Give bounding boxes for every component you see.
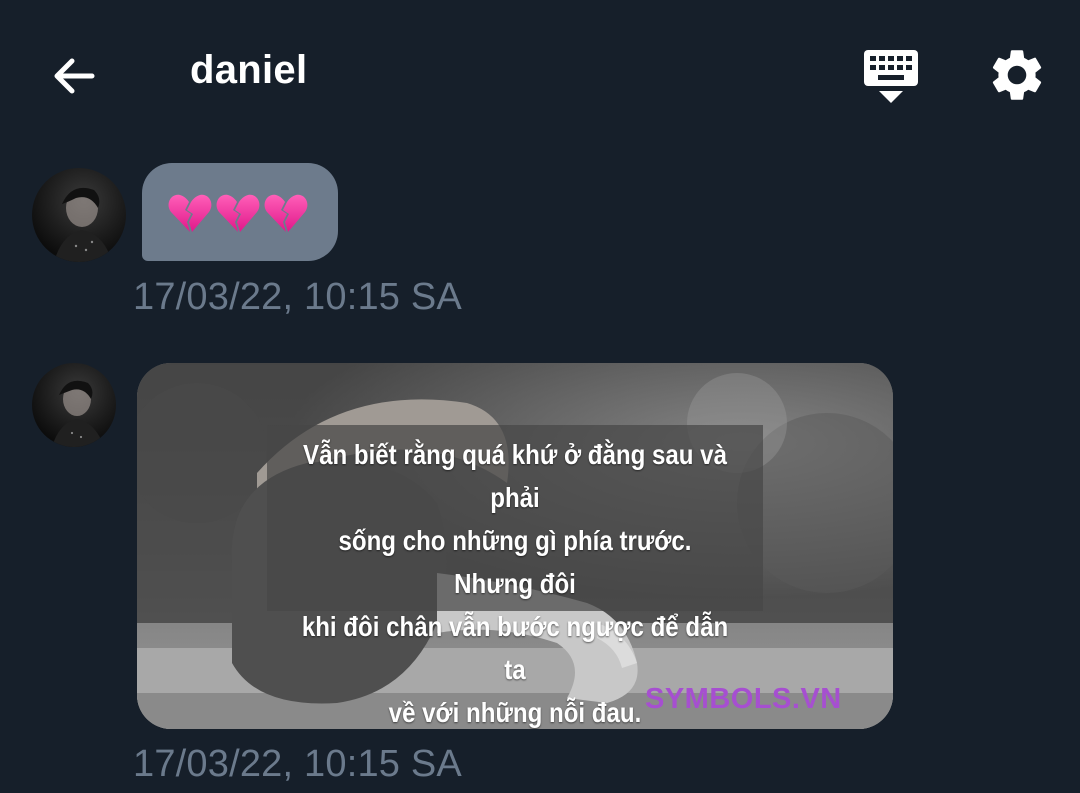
chat-screen: daniel 17/03/22, 10:15 SA Vẫn biết rằng … bbox=[0, 0, 1080, 793]
settings-button[interactable] bbox=[986, 44, 1048, 106]
sender-avatar[interactable] bbox=[32, 363, 116, 447]
image-watermark: SYMBOLS.VN bbox=[645, 683, 842, 715]
keyboard-toggle-button[interactable] bbox=[858, 44, 924, 108]
message-timestamp: 17/03/22, 10:15 SA bbox=[133, 743, 462, 785]
avatar-photo bbox=[54, 187, 112, 262]
back-button[interactable] bbox=[44, 46, 104, 106]
avatar-photo bbox=[52, 380, 104, 447]
gear-icon bbox=[992, 50, 1042, 100]
chat-header: daniel bbox=[0, 0, 1080, 150]
message-timestamp: 17/03/22, 10:15 SA bbox=[133, 276, 462, 318]
sender-avatar[interactable] bbox=[32, 168, 126, 262]
quote-line: sống cho những gì phía trước. Nhưng đôi bbox=[338, 525, 692, 599]
quote-line: khi đôi chân vẫn bước ngược để dẫn ta bbox=[301, 611, 729, 685]
arrow-left-icon bbox=[54, 58, 95, 94]
message-bubble-emoji[interactable] bbox=[142, 163, 338, 261]
broken-heart-icon bbox=[168, 194, 308, 232]
keyboard-hide-icon bbox=[864, 50, 918, 103]
chat-title: daniel bbox=[190, 48, 308, 92]
message-image[interactable]: Vẫn biết rằng quá khứ ở đằng sau và phải… bbox=[137, 363, 893, 729]
quote-line: Vẫn biết rằng quá khứ ở đằng sau và phải bbox=[303, 439, 727, 513]
